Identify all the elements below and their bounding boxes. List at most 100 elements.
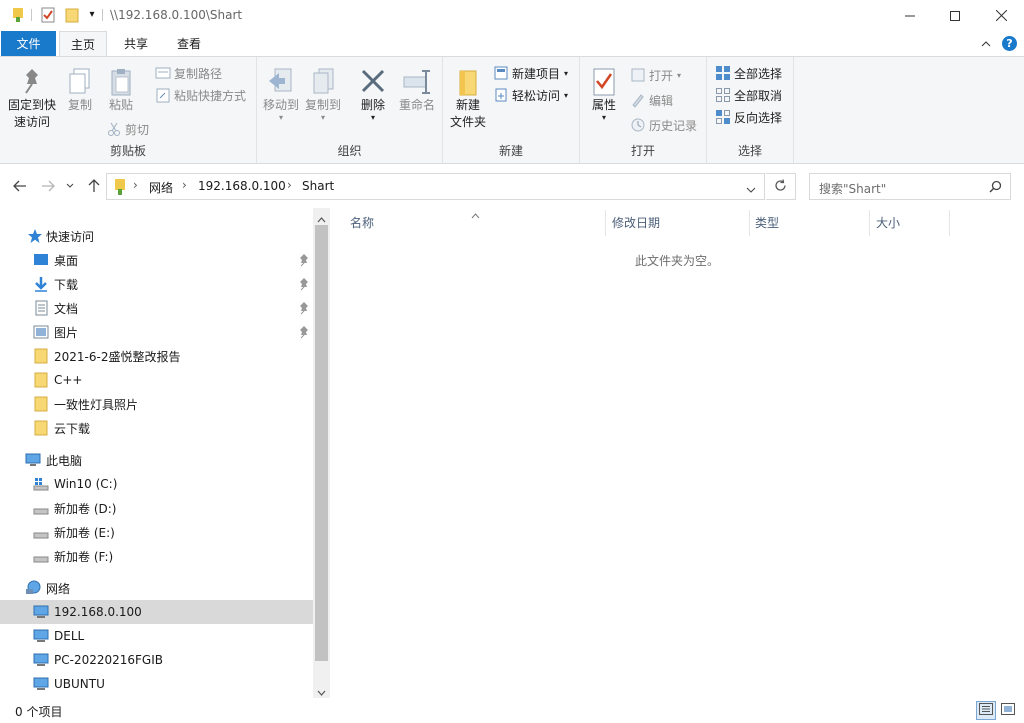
sidebar-item-folder[interactable]: 云下载 [0,416,313,440]
column-divider[interactable] [869,210,870,236]
delete-x-icon [353,67,393,97]
customize-quick-access-chevron-icon[interactable]: ▾ [84,7,100,23]
delete-button[interactable]: 删除 ▾ [353,67,393,122]
history-icon [630,117,646,133]
properties-quick-icon[interactable] [40,7,56,23]
paste-shortcut-button[interactable]: 粘贴快捷方式 [155,85,246,105]
sidebar-item-downloads[interactable]: 下载 [0,272,313,296]
expand-ribbon-icon[interactable] [981,37,991,51]
column-divider[interactable] [605,210,606,236]
move-to-button[interactable]: 移动到 ▾ [261,67,301,122]
scroll-up-icon[interactable] [317,212,326,226]
tab-file[interactable]: 文件 [1,31,56,56]
tab-home[interactable]: 主页 [59,31,107,57]
large-icons-view-button[interactable] [998,701,1018,720]
sidebar-item-host[interactable]: DELL [0,624,313,648]
breadcrumb-network[interactable]: 网络 [149,179,173,196]
copy-path-button[interactable]: 复制路径 [155,63,222,83]
new-folder-button[interactable]: 新建 文件夹 [446,67,490,131]
address-history-chevron-icon[interactable] [746,183,756,197]
copy-to-button[interactable]: 复制到 ▾ [303,67,343,122]
sidebar-item-network[interactable]: 网络 [0,576,313,600]
sort-ascending-icon [471,208,480,222]
tab-share[interactable]: 共享 [112,31,160,56]
folder-icon [33,420,49,436]
windows-drive-icon [33,476,49,492]
drive-icon [33,548,49,564]
clipboard-group: 固定到快 速访问 复制 粘贴 复制路径 粘贴快捷方式 剪切 剪贴板 [0,57,257,163]
column-header-size[interactable]: 大小 [876,214,900,232]
sidebar-item-folder[interactable]: 一致性灯具照片 [0,392,313,416]
sidebar-item-this-pc[interactable]: 此电脑 [0,448,313,472]
refresh-button[interactable] [766,173,796,200]
toolbar-separator [102,9,103,21]
file-list-pane[interactable]: 名称 修改日期 类型 大小 此文件夹为空。 [330,208,1024,698]
minimize-button[interactable] [887,0,933,31]
drive-icon [33,524,49,540]
sidebar-item-documents[interactable]: 文档 [0,296,313,320]
sidebar-item-drive-f[interactable]: 新加卷 (F:) [0,544,313,568]
pin-to-quick-access-button[interactable]: 固定到快 速访问 [5,67,59,131]
pin-icon [298,301,310,315]
new-item-button[interactable]: 新建项目 ▾ [493,63,568,83]
up-arrow-icon[interactable] [84,176,104,196]
sidebar-item-host[interactable]: PC-20220216FGIB [0,648,313,672]
status-bar: 0 个项目 [0,698,1024,723]
sidebar-item-folder[interactable]: C++ [0,368,313,392]
sidebar-item-pictures[interactable]: 图片 [0,320,313,344]
maximize-button[interactable] [932,0,978,31]
column-header-name[interactable]: 名称 [350,214,374,232]
search-input[interactable]: 搜索"Shart" [819,180,886,197]
breadcrumb-chevron-icon[interactable]: › [287,178,292,192]
help-icon[interactable]: ? [1002,36,1017,51]
column-divider[interactable] [949,210,950,236]
details-view-icon [979,703,993,718]
invert-selection-button[interactable]: 反向选择 [715,107,782,127]
sidebar-item-drive-d[interactable]: 新加卷 (D:) [0,496,313,520]
open-button[interactable]: 打开 ▾ [630,65,681,85]
breadcrumb-host[interactable]: 192.168.0.100 [198,179,286,193]
details-view-button[interactable] [976,701,996,720]
tab-view[interactable]: 查看 [165,31,213,56]
folder-icon [33,396,49,412]
column-header-date-modified[interactable]: 修改日期 [612,214,660,232]
search-box[interactable]: 搜索"Shart" [809,173,1011,200]
close-button[interactable] [978,0,1024,31]
copy-button[interactable]: 复制 [62,67,98,114]
copy-to-icon [303,67,343,97]
select-none-button[interactable]: 全部取消 [715,85,782,105]
sidebar-item-quick-access[interactable]: 快速访问 [0,224,313,248]
sidebar-item-desktop[interactable]: 桌面 [0,248,313,272]
properties-button[interactable]: 属性 ▾ [586,67,622,122]
forward-arrow-icon[interactable] [38,176,58,196]
back-arrow-icon[interactable] [10,176,30,196]
address-bar[interactable]: › 网络 › 192.168.0.100 › Shart [106,173,765,200]
column-header-type[interactable]: 类型 [755,214,779,232]
sidebar-item-host-selected[interactable]: 192.168.0.100 [0,600,313,624]
select-all-button[interactable]: 全部选择 [715,63,782,83]
edit-button[interactable]: 编辑 [630,90,673,110]
breadcrumb-chevron-icon[interactable]: › [133,178,138,192]
sidebar-item-host[interactable]: UBUNTU [0,672,313,696]
properties-dropdown-icon: ▾ [601,113,606,122]
sidebar-item-drive-c[interactable]: Win10 (C:) [0,472,313,496]
open-dropdown-icon: ▾ [677,70,682,80]
easy-access-button[interactable]: 轻松访问 ▾ [493,85,568,105]
rename-button[interactable]: 重命名 [395,67,439,114]
network-computer-icon [33,604,49,620]
paste-button[interactable]: 粘贴 [103,67,139,114]
sidebar-item-drive-e[interactable]: 新加卷 (E:) [0,520,313,544]
scrollbar-thumb[interactable] [315,225,328,661]
explorer-app-icon[interactable] [10,7,26,23]
breadcrumb-share[interactable]: Shart [302,179,334,193]
cut-button[interactable]: 剪切 [106,119,149,139]
breadcrumb-chevron-icon[interactable]: › [182,178,187,192]
new-item-icon [493,65,509,81]
recent-locations-chevron-icon[interactable] [63,176,77,196]
new-folder-quick-icon[interactable] [64,7,80,23]
history-button[interactable]: 历史记录 [630,115,697,135]
sidebar-scrollbar[interactable] [313,208,330,698]
sidebar-item-folder[interactable]: 2021-6-2盛悦整改报告 [0,344,313,368]
search-icon[interactable] [989,180,1002,196]
column-divider[interactable] [749,210,750,236]
